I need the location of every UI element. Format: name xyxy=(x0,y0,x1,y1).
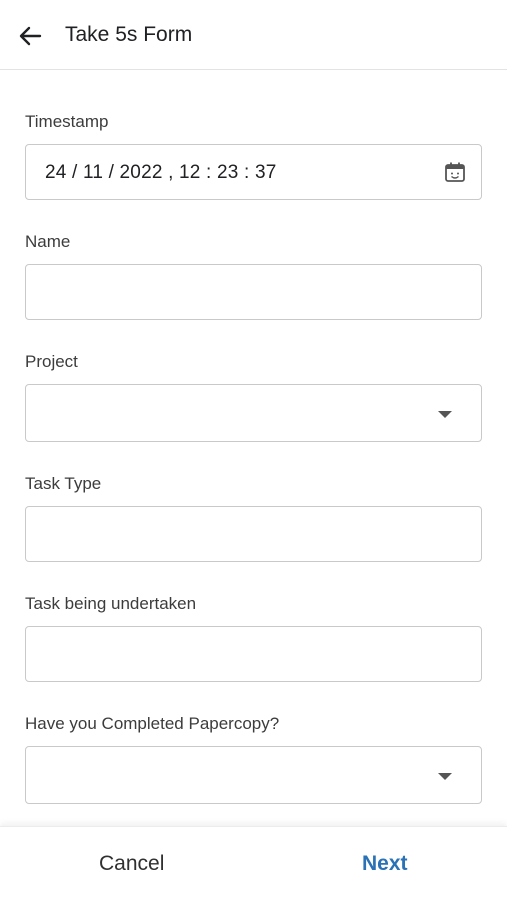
caret-down-icon xyxy=(438,411,452,418)
arrow-left-icon[interactable] xyxy=(16,21,46,51)
calendar-icon[interactable] xyxy=(444,161,466,183)
caret-down-icon xyxy=(438,773,452,780)
timestamp-value: 24 / 11 / 2022 , 12 : 23 : 37 xyxy=(45,162,277,183)
papercopy-label: Have you Completed Papercopy? xyxy=(25,714,280,733)
timestamp-label: Timestamp xyxy=(25,112,109,131)
project-select[interactable] xyxy=(25,384,482,442)
task-undertaken-label: Task being undertaken xyxy=(25,594,197,613)
next-button[interactable]: Next xyxy=(362,852,408,876)
footer-bar: Cancel Next xyxy=(0,826,507,900)
task-undertaken-field[interactable] xyxy=(25,626,482,682)
page-title: Take 5s Form xyxy=(65,23,193,46)
app-header: Take 5s Form xyxy=(0,0,507,70)
task-type-field[interactable] xyxy=(25,506,482,562)
cancel-button[interactable]: Cancel xyxy=(99,852,164,876)
papercopy-select[interactable] xyxy=(25,746,482,804)
task-type-label: Task Type xyxy=(25,474,102,493)
name-field[interactable] xyxy=(25,264,482,320)
name-label: Name xyxy=(25,232,71,251)
timestamp-field[interactable]: 24 / 11 / 2022 , 12 : 23 : 37 xyxy=(25,144,482,200)
project-label: Project xyxy=(25,352,78,371)
